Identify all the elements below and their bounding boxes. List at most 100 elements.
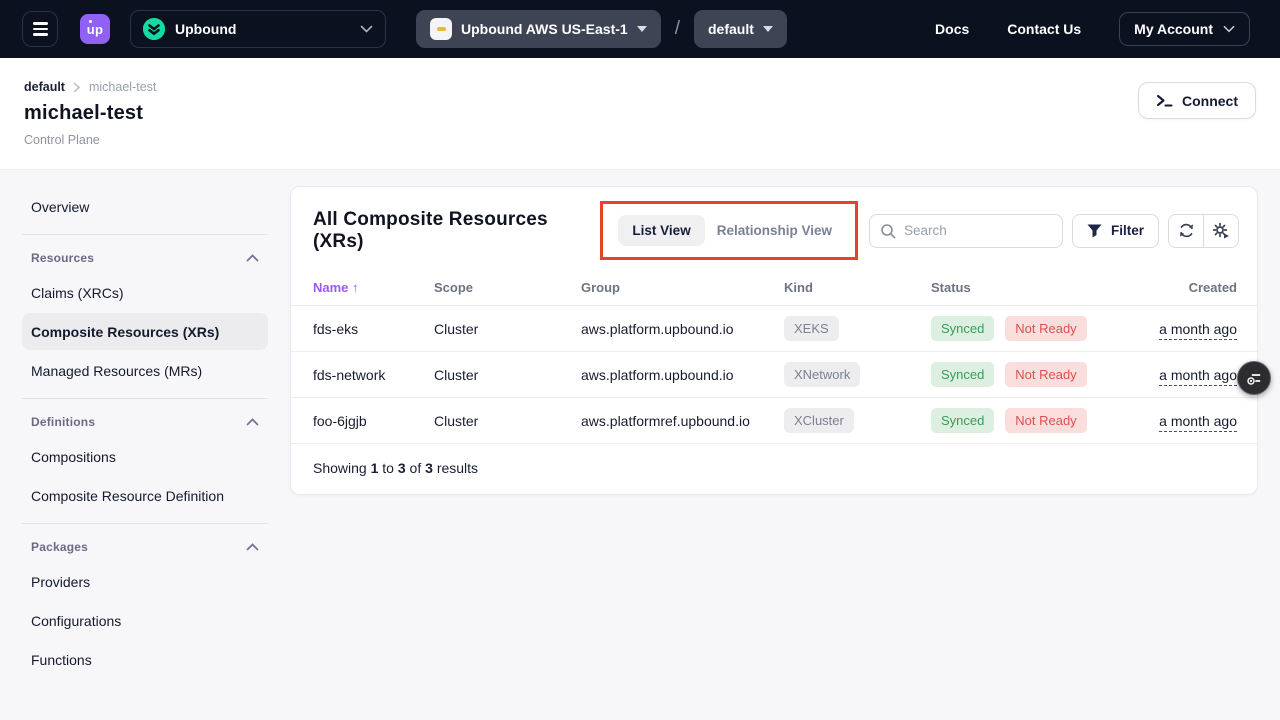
red-annotation-box: List View Relationship View bbox=[600, 201, 858, 260]
control-plane-icon bbox=[430, 18, 452, 40]
results-total: 3 bbox=[425, 460, 433, 476]
chevron-up-icon[interactable] bbox=[246, 543, 259, 551]
docs-link[interactable]: Docs bbox=[935, 21, 969, 37]
sidebar-item-overview[interactable]: Overview bbox=[22, 188, 268, 225]
sidebar-section-packages: Packages bbox=[22, 533, 268, 561]
top-navbar: up Upbound Upbound AWS US-East-1 / defau… bbox=[0, 0, 1280, 58]
column-header-status[interactable]: Status bbox=[931, 272, 1116, 306]
cell-group: aws.platformref.upbound.io bbox=[581, 398, 784, 444]
settings-run-button[interactable] bbox=[1204, 215, 1238, 247]
filter-funnel-icon bbox=[1087, 224, 1102, 238]
results-to: 3 bbox=[398, 460, 406, 476]
sidebar-item-claims[interactable]: Claims (XRCs) bbox=[22, 274, 268, 311]
created-timestamp[interactable]: a month ago bbox=[1159, 367, 1237, 386]
sidebar-item-compositions[interactable]: Compositions bbox=[22, 438, 268, 475]
chevron-up-icon[interactable] bbox=[246, 254, 259, 262]
hamburger-icon bbox=[33, 22, 48, 24]
changelog-widget-button[interactable] bbox=[1237, 361, 1271, 395]
sidebar-item-composite-resources[interactable]: Composite Resources (XRs) bbox=[22, 313, 268, 350]
section-label: Resources bbox=[31, 251, 94, 265]
sidebar-divider bbox=[22, 234, 268, 235]
cell-group: aws.platform.upbound.io bbox=[581, 352, 784, 398]
table-actions bbox=[1168, 214, 1239, 248]
status-badge-synced: Synced bbox=[931, 362, 994, 387]
card-title: All Composite Resources (XRs) bbox=[313, 209, 600, 253]
page-title: michael-test bbox=[24, 102, 143, 125]
column-header-kind[interactable]: Kind bbox=[784, 272, 931, 306]
upbound-console: up Upbound Upbound AWS US-East-1 / defau… bbox=[0, 0, 1280, 720]
group-name: default bbox=[708, 21, 754, 37]
connect-label: Connect bbox=[1182, 93, 1238, 109]
sidebar-section-definitions: Definitions bbox=[22, 408, 268, 436]
upbound-logo[interactable]: up bbox=[80, 14, 110, 44]
breadcrumb: default michael-test bbox=[24, 80, 156, 94]
my-account-button[interactable]: My Account bbox=[1119, 12, 1250, 46]
sidebar-item-composite-resource-definition[interactable]: Composite Resource Definition bbox=[22, 477, 268, 514]
search-icon bbox=[880, 223, 896, 239]
breadcrumb-current: michael-test bbox=[89, 80, 156, 94]
sidebar-item-providers[interactable]: Providers bbox=[22, 563, 268, 600]
logo-text: up bbox=[87, 22, 103, 37]
control-plane-name: Upbound AWS US-East-1 bbox=[461, 21, 628, 37]
hamburger-menu-button[interactable] bbox=[22, 11, 58, 47]
caret-down-icon bbox=[637, 26, 647, 32]
terminal-icon bbox=[1156, 93, 1173, 108]
chevron-down-icon bbox=[1223, 25, 1235, 33]
section-label: Packages bbox=[31, 540, 88, 554]
cell-name: foo-6jgjb bbox=[291, 398, 434, 444]
sidebar-item-configurations[interactable]: Configurations bbox=[22, 602, 268, 639]
refresh-icon bbox=[1178, 222, 1195, 239]
column-header-name[interactable]: Name ↑ bbox=[291, 272, 434, 306]
column-header-scope[interactable]: Scope bbox=[434, 272, 581, 306]
sidebar-item-managed-resources[interactable]: Managed Resources (MRs) bbox=[22, 352, 268, 389]
column-header-created[interactable]: Created bbox=[1116, 272, 1257, 306]
kind-badge: XEKS bbox=[784, 316, 839, 341]
logo-dot bbox=[89, 20, 92, 23]
list-view-tab[interactable]: List View bbox=[618, 215, 704, 246]
created-timestamp[interactable]: a month ago bbox=[1159, 321, 1237, 340]
search-box bbox=[869, 214, 1063, 248]
filter-button[interactable]: Filter bbox=[1072, 214, 1159, 248]
sidebar-item-functions[interactable]: Functions bbox=[22, 641, 268, 678]
results-summary: Showing 1 to 3 of 3 results bbox=[291, 444, 1257, 494]
cell-group: aws.platform.upbound.io bbox=[581, 306, 784, 352]
refresh-button[interactable] bbox=[1169, 215, 1203, 247]
organization-avatar-icon bbox=[143, 18, 165, 40]
chevron-down-icon bbox=[360, 25, 373, 33]
control-plane-selector[interactable]: Upbound AWS US-East-1 bbox=[416, 10, 661, 48]
gear-play-icon bbox=[1212, 222, 1230, 240]
table-row[interactable]: fds-eks Cluster aws.platform.upbound.io … bbox=[291, 306, 1257, 352]
cell-name: fds-eks bbox=[291, 306, 434, 352]
cell-name: fds-network bbox=[291, 352, 434, 398]
sort-ascending-icon: ↑ bbox=[352, 280, 359, 295]
cell-scope: Cluster bbox=[434, 352, 581, 398]
sidebar-section-resources: Resources bbox=[22, 244, 268, 272]
connect-button[interactable]: Connect bbox=[1138, 82, 1256, 119]
kind-badge: XNetwork bbox=[784, 362, 860, 387]
filter-label: Filter bbox=[1111, 223, 1144, 238]
status-badge-synced: Synced bbox=[931, 408, 994, 433]
status-badge-not-ready: Not Ready bbox=[1005, 316, 1086, 341]
search-input[interactable] bbox=[904, 223, 1052, 238]
status-badge-not-ready: Not Ready bbox=[1005, 362, 1086, 387]
breadcrumb-chevron-icon bbox=[73, 82, 81, 93]
table-row[interactable]: foo-6jgjb Cluster aws.platformref.upboun… bbox=[291, 398, 1257, 444]
page-header: default michael-test michael-test Contro… bbox=[0, 58, 1280, 170]
organization-name: Upbound bbox=[175, 21, 350, 37]
breadcrumb-parent[interactable]: default bbox=[24, 80, 65, 94]
cell-scope: Cluster bbox=[434, 306, 581, 352]
page-subtitle: Control Plane bbox=[24, 133, 100, 147]
group-selector[interactable]: default bbox=[694, 10, 787, 48]
path-separator: / bbox=[675, 18, 680, 40]
contact-us-link[interactable]: Contact Us bbox=[1007, 21, 1081, 37]
kind-badge: XCluster bbox=[784, 408, 854, 433]
organization-selector[interactable]: Upbound bbox=[130, 10, 386, 48]
section-label: Definitions bbox=[31, 415, 95, 429]
table-row[interactable]: fds-network Cluster aws.platform.upbound… bbox=[291, 352, 1257, 398]
relationship-view-tab[interactable]: Relationship View bbox=[709, 215, 840, 246]
column-header-group[interactable]: Group bbox=[581, 272, 784, 306]
chevron-up-icon[interactable] bbox=[246, 418, 259, 426]
created-timestamp[interactable]: a month ago bbox=[1159, 413, 1237, 432]
navbar-right: Docs Contact Us My Account bbox=[935, 12, 1250, 46]
my-account-label: My Account bbox=[1134, 21, 1213, 37]
